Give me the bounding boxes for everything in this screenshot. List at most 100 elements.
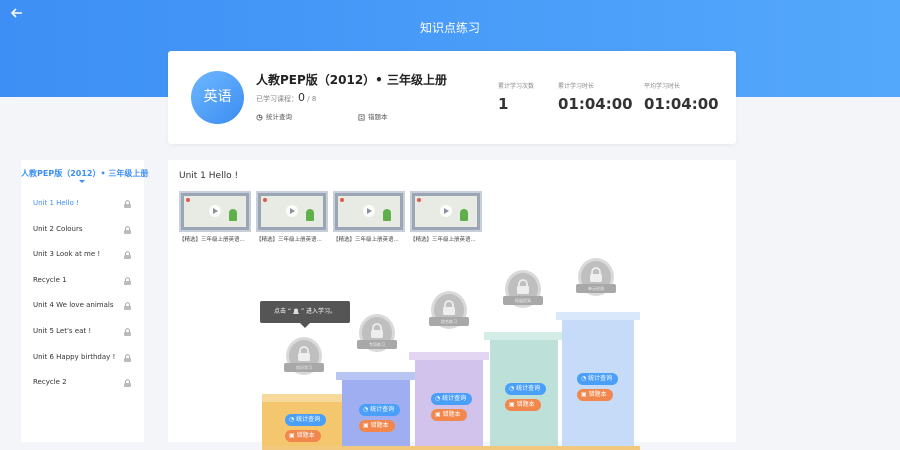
chart-icon bbox=[256, 113, 263, 121]
mistake-book-label: 错题本 bbox=[368, 113, 388, 121]
stats-button-label: 统计查询 bbox=[442, 395, 467, 402]
badge-label: 专项练习 bbox=[357, 340, 397, 349]
video-caption: 【精选】三年级上册英语... bbox=[256, 237, 322, 243]
start-learning-tooltip: 点击 “” 进入学习。 bbox=[260, 301, 350, 328]
sidebar-item[interactable]: Unit 5 Let's eat ! bbox=[21, 319, 144, 345]
bell-icon bbox=[293, 308, 299, 314]
pie-icon: ◔ bbox=[509, 385, 515, 392]
lock-icon bbox=[590, 267, 602, 282]
stat-label: 累计学习次数 bbox=[498, 83, 535, 90]
video-thumbnail bbox=[256, 191, 328, 232]
sidebar-item[interactable]: Unit 1 Hello ! bbox=[21, 191, 144, 217]
sidebar-item[interactable]: Unit 3 Look at me ! bbox=[21, 242, 144, 268]
badge-knowledge-learning[interactable]: 知识学习 bbox=[284, 337, 324, 383]
step-4-mistakes-button[interactable]: ▣ 错题本 bbox=[505, 399, 541, 411]
badge-label: 单元检测 bbox=[576, 284, 616, 293]
lock-icon bbox=[124, 353, 131, 362]
book-icon: ▣ bbox=[509, 401, 515, 408]
book-icon: ▣ bbox=[581, 391, 587, 398]
lock-icon bbox=[124, 251, 131, 260]
lock-icon bbox=[124, 379, 131, 388]
sidebar-item-label: Recycle 1 bbox=[33, 275, 67, 284]
stats-button-label: 统计查询 bbox=[588, 375, 613, 382]
sidebar-item[interactable]: Unit 6 Happy birthday ! bbox=[21, 345, 144, 371]
lock-icon bbox=[124, 277, 131, 285]
lessons-done: 0 bbox=[298, 91, 305, 104]
pie-icon: ◔ bbox=[363, 406, 369, 413]
stat-study-count: 累计学习次数 1 bbox=[498, 81, 534, 113]
stat-value: 01:04:00 bbox=[558, 95, 633, 113]
sidebar-item-label: Unit 2 Colours bbox=[33, 224, 83, 233]
unit-list: Unit 1 Hello ! Unit 2 Colours Unit 3 Look … bbox=[21, 187, 144, 396]
lock-icon bbox=[124, 200, 131, 208]
sidebar-item-label: Unit 4 We love animals bbox=[33, 301, 114, 310]
badge-unit-test[interactable]: 单元检测 bbox=[576, 258, 616, 304]
mistakes-button-label: 错题本 bbox=[442, 411, 461, 418]
lock-icon bbox=[124, 302, 131, 311]
step-2-mistakes-button[interactable]: ▣ 错题本 bbox=[359, 420, 395, 432]
tooltip-suffix: 进入学习。 bbox=[306, 308, 337, 315]
sidebar-item[interactable]: Unit 2 Colours bbox=[21, 217, 144, 243]
badge-comprehensive-practice[interactable]: 综合练习 bbox=[429, 291, 469, 337]
video-caption: 【精选】三年级上册英语... bbox=[333, 237, 399, 243]
course-title: 人教PEP版（2012）• 三年级上册 bbox=[256, 73, 448, 87]
stats-query-label: 统计查询 bbox=[266, 113, 292, 121]
play-icon bbox=[440, 205, 452, 217]
book-icon bbox=[358, 113, 365, 121]
video-caption: 【精选】三年级上册英语... bbox=[410, 237, 476, 243]
step-5-mistakes-button[interactable]: ▣ 错题本 bbox=[577, 389, 613, 401]
tooltip-prefix: 点击 bbox=[273, 308, 286, 315]
video-card[interactable]: 【精选】三年级上册英语... bbox=[410, 191, 482, 246]
badge-special-practice[interactable]: 专项练习 bbox=[357, 314, 397, 360]
sidebar-item[interactable]: Recycle 1 bbox=[21, 268, 144, 294]
step-4-stats-button[interactable]: ◔ 统计查询 bbox=[505, 383, 547, 395]
stats-button-label: 统计查询 bbox=[296, 416, 321, 423]
page-title: 知识点练习 bbox=[419, 21, 480, 35]
caret-down-icon bbox=[79, 180, 85, 183]
video-card[interactable]: 【精选】三年级上册英语... bbox=[333, 191, 405, 246]
sidebar-item[interactable]: Unit 4 We love animals bbox=[21, 293, 144, 319]
lock-icon bbox=[298, 346, 310, 361]
lessons-total: / 8 bbox=[307, 95, 317, 103]
stat-label: 累计学习时长 bbox=[558, 83, 595, 90]
step-2-stats-button[interactable]: ◔ 统计查询 bbox=[359, 404, 401, 416]
step-3-stats-button[interactable]: ◔ 统计查询 bbox=[431, 393, 473, 405]
stat-label: 平均学习时长 bbox=[644, 83, 681, 90]
course-info-card: 英语 人教PEP版（2012）• 三年级上册 已学习课程：0 / 8 统计查询 … bbox=[168, 51, 736, 144]
video-card[interactable]: 【精选】三年级上册英语... bbox=[256, 191, 328, 246]
play-icon bbox=[209, 205, 221, 217]
pie-icon: ◔ bbox=[289, 416, 295, 423]
stats-query-link[interactable]: 统计查询 bbox=[256, 111, 292, 121]
sidebar-item-label: Unit 3 Look at me ! bbox=[33, 250, 101, 259]
sidebar-item-label: Unit 5 Let's eat ! bbox=[33, 326, 92, 335]
pie-icon: ◔ bbox=[581, 375, 587, 382]
badge-label: 拓展提高 bbox=[503, 296, 543, 305]
stats-button-label: 统计查询 bbox=[370, 406, 395, 413]
badge-extension[interactable]: 拓展提高 bbox=[503, 270, 543, 316]
stat-average-time: 平均学习时长 01:04:00 bbox=[644, 81, 719, 113]
lessons-progress: 已学习课程：0 / 8 bbox=[256, 91, 316, 104]
mistakes-button-label: 错题本 bbox=[516, 401, 535, 408]
lock-icon bbox=[517, 279, 529, 294]
video-card[interactable]: 【精选】三年级上册英语... bbox=[179, 191, 251, 246]
staircase-floor bbox=[262, 446, 640, 450]
step-1-mistakes-button[interactable]: ▣ 错题本 bbox=[285, 430, 321, 442]
lock-icon bbox=[371, 323, 383, 338]
unit-sidebar: 人教PEP版（2012）• 三年级上册 Unit 1 Hello ! Unit 2… bbox=[21, 160, 148, 442]
sidebar-title[interactable]: 人教PEP版（2012）• 三年级上册 bbox=[21, 160, 148, 187]
stats-button-label: 统计查询 bbox=[516, 385, 541, 392]
play-icon bbox=[286, 205, 298, 217]
mistake-book-link[interactable]: 错题本 bbox=[358, 111, 388, 121]
step-5-stats-button[interactable]: ◔ 统计查询 bbox=[577, 373, 619, 385]
play-icon bbox=[363, 205, 375, 217]
sidebar-item[interactable]: Recycle 2 bbox=[21, 370, 144, 396]
unit-title: Unit 1 Hello ! bbox=[179, 171, 239, 181]
step-1-stats-button[interactable]: ◔ 统计查询 bbox=[285, 414, 327, 426]
video-thumbnail bbox=[179, 191, 251, 232]
sidebar-item-label: Recycle 2 bbox=[33, 378, 67, 387]
lock-icon bbox=[124, 225, 131, 234]
video-thumbnail bbox=[410, 191, 482, 232]
lessons-label: 已学习课程： bbox=[256, 95, 298, 103]
step-3-mistakes-button[interactable]: ▣ 错题本 bbox=[431, 409, 467, 421]
badge-label: 综合练习 bbox=[429, 317, 469, 326]
